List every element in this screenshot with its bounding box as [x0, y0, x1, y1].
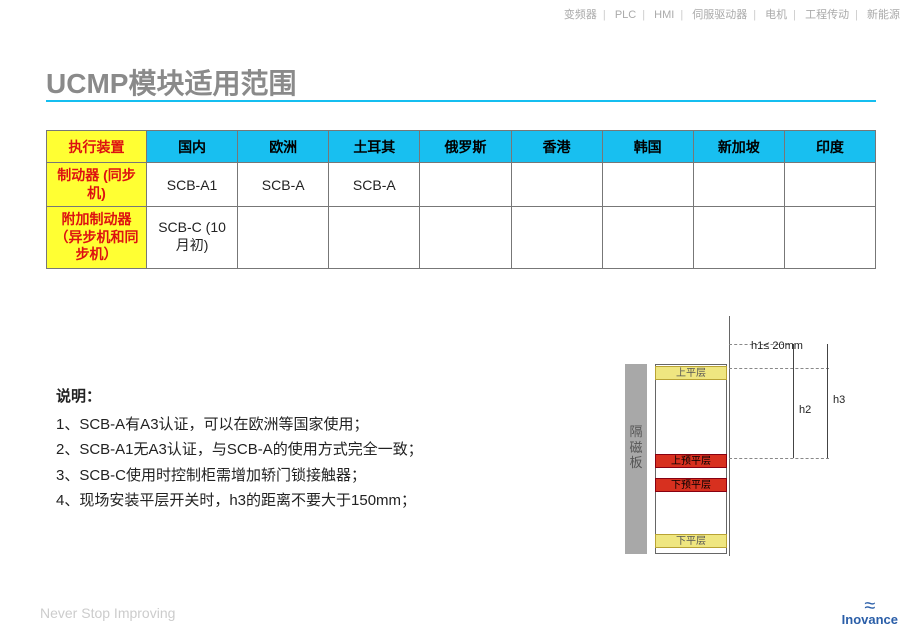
table-cell	[511, 207, 602, 269]
col-header: 俄罗斯	[420, 131, 511, 163]
table-header-row: 执行装置 国内 欧洲 土耳其 俄罗斯 香港 韩国 新加坡 印度	[47, 131, 876, 163]
dim-line-h3	[827, 344, 828, 458]
label-upper-level: 上平层	[655, 366, 727, 380]
table-cell: SCB-A	[329, 163, 420, 207]
notes-block: 说明： 1、SCB-A有A3认证，可以在欧洲等国家使用； 2、SCB-A1无A3…	[56, 384, 423, 514]
table-cell	[420, 163, 511, 207]
dim-tick	[729, 458, 829, 459]
wave-icon: ≈	[842, 600, 898, 612]
dim-tick	[729, 368, 829, 369]
dim-label-h1: h1≤ 20mm	[751, 340, 803, 352]
title-underline	[46, 100, 876, 102]
label-lower-pre: 下预平层	[655, 478, 727, 492]
table-cell: SCB-C (10月初)	[147, 207, 238, 269]
table-cell	[602, 207, 693, 269]
nav-item: PLC	[615, 9, 636, 21]
label-lower-level: 下平层	[655, 534, 727, 548]
shield-plate: 隔磁板	[625, 364, 647, 554]
footer-slogan: Never Stop Improving	[40, 605, 175, 621]
vertical-rail	[729, 316, 730, 556]
table-cell	[602, 163, 693, 207]
table-cell: SCB-A	[238, 163, 329, 207]
note-line: 1、SCB-A有A3认证，可以在欧洲等国家使用；	[56, 412, 423, 438]
col-header: 香港	[511, 131, 602, 163]
table-cell	[511, 163, 602, 207]
col-header: 韩国	[602, 131, 693, 163]
dim-line-h2	[793, 368, 794, 458]
row-header: 制动器 (同步机)	[47, 163, 147, 207]
table-cell	[693, 207, 784, 269]
table-corner: 执行装置	[47, 131, 147, 163]
applicability-table: 执行装置 国内 欧洲 土耳其 俄罗斯 香港 韩国 新加坡 印度 制动器 (同步机…	[46, 130, 876, 269]
note-line: 2、SCB-A1无A3认证，与SCB-A的使用方式完全一致；	[56, 437, 423, 463]
leveling-diagram: 隔磁板 上平层 上预平层 下预平层 下平层 h1≤ 20mm h2 h3	[605, 316, 870, 576]
row-header: 附加制动器（异步机和同步机）	[47, 207, 147, 269]
nav-item: 变频器	[564, 9, 597, 21]
note-line: 4、现场安装平层开关时，h3的距离不要大于150mm；	[56, 488, 423, 514]
product-nav: 变频器| PLC| HMI| 伺服驱动器| 电机| 工程传动| 新能源	[564, 6, 900, 22]
col-header: 国内	[147, 131, 238, 163]
col-header: 新加坡	[693, 131, 784, 163]
table-cell: SCB-A1	[147, 163, 238, 207]
note-line: 3、SCB-C使用时控制柜需增加轿门锁接触器；	[56, 463, 423, 489]
col-header: 欧洲	[238, 131, 329, 163]
table-row: 附加制动器（异步机和同步机） SCB-C (10月初)	[47, 207, 876, 269]
label-upper-pre: 上预平层	[655, 454, 727, 468]
notes-header: 说明：	[56, 384, 423, 410]
page-title: UCMP模块适用范围	[46, 62, 296, 102]
nav-item: 新能源	[867, 9, 900, 21]
table-cell	[693, 163, 784, 207]
dim-label-h2: h2	[799, 404, 811, 416]
table-cell	[784, 207, 875, 269]
nav-item: 工程传动	[805, 9, 849, 21]
brand-name: Inovance	[842, 612, 898, 627]
nav-item: HMI	[654, 9, 674, 21]
dim-label-h3: h3	[833, 394, 845, 406]
col-header: 土耳其	[329, 131, 420, 163]
table-cell	[238, 207, 329, 269]
col-header: 印度	[784, 131, 875, 163]
table-row: 制动器 (同步机) SCB-A1 SCB-A SCB-A	[47, 163, 876, 207]
table-cell	[420, 207, 511, 269]
nav-item: 电机	[765, 9, 787, 21]
nav-item: 伺服驱动器	[692, 9, 747, 21]
table-cell	[784, 163, 875, 207]
brand-logo: ≈ Inovance	[842, 600, 898, 627]
table-cell	[329, 207, 420, 269]
